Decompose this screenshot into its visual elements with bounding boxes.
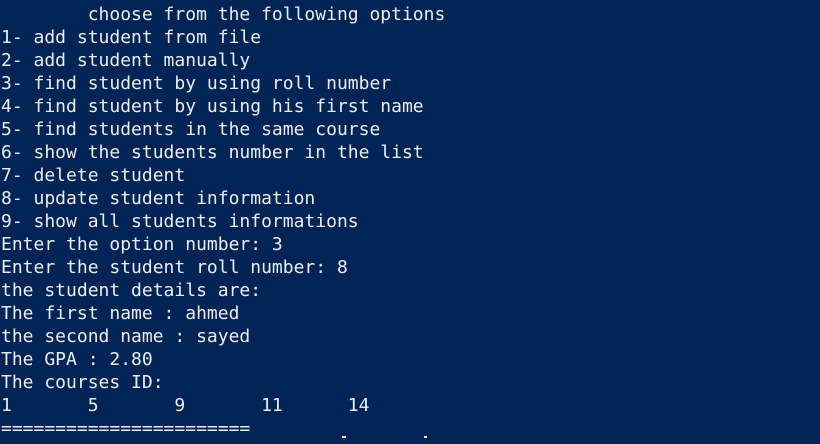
courses-ids-line: 1 5 9 11 14	[1, 395, 370, 416]
separator-line: =======================	[1, 418, 251, 439]
gpa-line: The GPA : 2.80	[1, 349, 153, 370]
menu-option-2: 2- add student manually	[1, 50, 251, 71]
menu-option-5: 5- find students in the same course	[1, 119, 381, 140]
menu-option-3: 3- find student by using roll number	[1, 73, 392, 94]
first-name-line: The first name : ahmed	[1, 303, 240, 324]
menu-option-6: 6- show the students number in the list	[1, 142, 424, 163]
cutoff-line-fragment	[424, 436, 427, 444]
option-prompt: Enter the option number: 3	[1, 234, 283, 255]
details-heading: the student details are:	[1, 280, 262, 301]
menu-option-8: 8- update student information	[1, 188, 316, 209]
menu-option-9: 9- show all students informations	[1, 211, 359, 232]
roll-number-prompt: Enter the student roll number: 8	[1, 257, 348, 278]
menu-header: choose from the following options	[1, 4, 446, 25]
second-name-line: the second name : sayed	[1, 326, 251, 347]
cutoff-line-fragment	[342, 436, 346, 444]
menu-option-4: 4- find student by using his first name	[1, 96, 424, 117]
menu-option-7: 7- delete student	[1, 165, 186, 186]
console-window[interactable]: choose from the following options 1- add…	[0, 0, 820, 444]
menu-option-1: 1- add student from file	[1, 27, 262, 48]
courses-heading: The courses ID:	[1, 372, 164, 393]
